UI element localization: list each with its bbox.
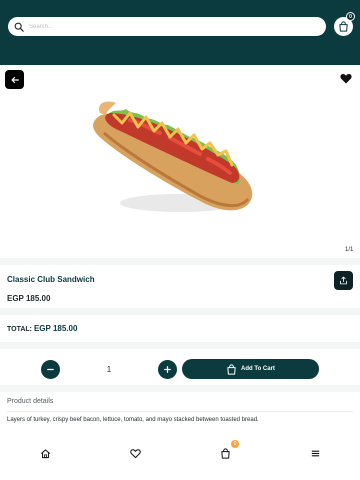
product-price: EGP 185.00	[7, 294, 51, 303]
back-button[interactable]	[5, 70, 24, 89]
arrow-left-icon	[11, 76, 19, 83]
shopping-bag-icon	[227, 363, 236, 375]
share-icon	[340, 276, 347, 285]
minus-icon	[47, 368, 54, 371]
product-details-heading: Product details	[7, 398, 54, 405]
increase-quantity-button[interactable]	[158, 360, 177, 379]
total-value: EGP 185.00	[33, 324, 78, 333]
section-divider	[0, 385, 360, 392]
total-label: TOTAL:	[7, 326, 33, 333]
details-divider	[7, 411, 353, 412]
top-header: 0	[0, 0, 360, 65]
product-title: Classic Club Sandwich	[7, 275, 95, 284]
image-counter: 1/1	[345, 247, 354, 253]
nav-cart[interactable]	[218, 446, 232, 460]
nav-home[interactable]	[38, 446, 52, 460]
product-image	[93, 101, 253, 212]
search-input[interactable]	[29, 23, 309, 30]
header-cart-badge: 0	[346, 12, 355, 21]
add-to-cart-label: Add To Cart	[241, 366, 275, 372]
search-bar[interactable]	[8, 17, 326, 36]
favorite-heart-icon[interactable]	[340, 73, 352, 84]
shopping-bag-icon	[220, 447, 230, 459]
total-row: TOTAL: EGP 185.00	[7, 324, 77, 333]
add-to-cart-button[interactable]: Add To Cart	[182, 359, 319, 379]
section-divider	[0, 258, 360, 265]
share-button[interactable]	[334, 271, 353, 290]
quantity-value[interactable]: 1	[62, 360, 156, 379]
nav-menu[interactable]	[308, 446, 322, 460]
home-icon	[40, 448, 50, 458]
section-divider	[0, 342, 360, 349]
plus-icon	[164, 366, 171, 373]
nav-cart-badge: 0	[231, 440, 239, 448]
bottom-navigation	[0, 437, 360, 469]
decrease-quantity-button[interactable]	[41, 360, 60, 379]
heart-icon	[129, 448, 141, 458]
nav-favorites[interactable]	[128, 446, 142, 460]
search-icon	[14, 22, 24, 32]
product-description: Layers of turkey, crispy beef bacon, let…	[7, 417, 259, 423]
menu-icon	[311, 450, 319, 456]
shopping-bag-icon	[339, 21, 348, 32]
section-divider	[0, 308, 360, 315]
